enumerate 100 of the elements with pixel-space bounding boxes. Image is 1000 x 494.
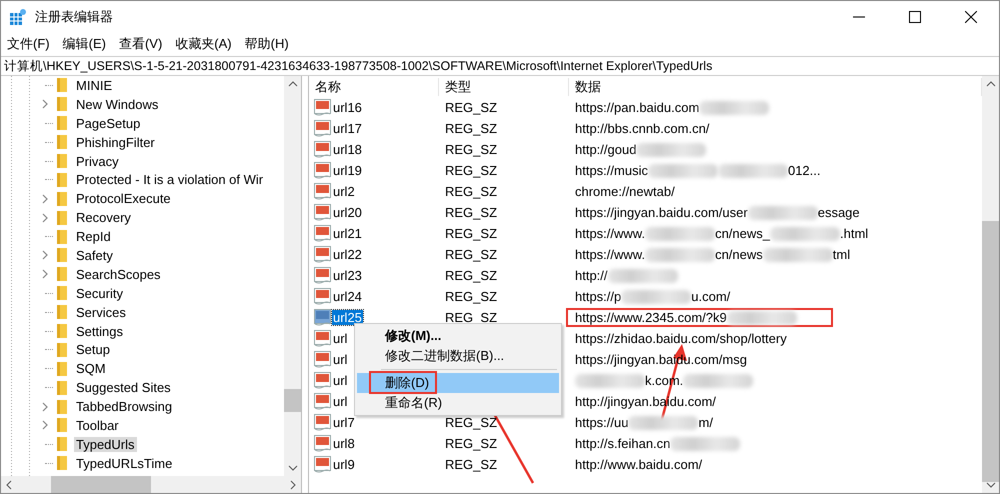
value-name[interactable]: url20 bbox=[332, 205, 363, 220]
blurred-region bbox=[718, 164, 788, 178]
tree-item[interactable]: PhishingFilter bbox=[74, 134, 157, 150]
chevron-right-icon[interactable] bbox=[42, 402, 48, 412]
string-value-icon bbox=[314, 204, 331, 221]
tree-item[interactable]: TypedURLsTime bbox=[74, 456, 174, 471]
value-name[interactable]: url19 bbox=[332, 163, 363, 178]
address-field[interactable]: 计算机\HKEY_USERS\S-1-5-21-2031800791-4231634633-198773508-1002\SOFTWARE\Microsoft\Internet Explorer\TypedUrls bbox=[1, 56, 999, 76]
value-name[interactable]: url7 bbox=[332, 415, 356, 430]
tree-item[interactable]: Privacy bbox=[74, 154, 121, 168]
value-name[interactable]: url16 bbox=[332, 100, 363, 115]
value-name[interactable]: url9 bbox=[332, 457, 356, 472]
scrollbar-thumb[interactable] bbox=[51, 476, 151, 493]
table-cell: https://jingyan.baidu.com/user bbox=[575, 205, 748, 220]
value-name[interactable]: url17 bbox=[332, 121, 363, 136]
blurred-region bbox=[683, 374, 754, 388]
table-cell: https://pan.baidu.com bbox=[575, 100, 700, 115]
tree-item[interactable]: MINIE bbox=[74, 78, 114, 93]
scrollbar-thumb[interactable] bbox=[284, 389, 301, 412]
menu-item[interactable]: 重命名(R) bbox=[357, 393, 559, 413]
menu-item[interactable]: 修改二进制数据(B)... bbox=[357, 346, 559, 366]
tree-item[interactable]: Toolbar bbox=[74, 418, 121, 433]
chevron-right-icon[interactable] bbox=[42, 212, 48, 223]
tree-item[interactable]: Recovery bbox=[74, 210, 133, 226]
menu-item[interactable]: 文件(F) bbox=[7, 35, 50, 53]
close-icon[interactable] bbox=[965, 10, 977, 22]
tree-item[interactable]: Setup bbox=[74, 342, 112, 358]
menu-item[interactable]: 编辑(E) bbox=[62, 35, 106, 53]
table-cell: REG_SZ bbox=[445, 121, 498, 136]
tree-item[interactable]: Settings bbox=[74, 324, 125, 339]
tree-item[interactable]: Protected - It is a violation of Wir bbox=[74, 172, 266, 188]
string-value-icon bbox=[314, 246, 331, 263]
value-name[interactable]: url24 bbox=[332, 289, 363, 304]
tree-item[interactable]: PageSetup bbox=[74, 116, 142, 131]
tree-item[interactable]: Safety bbox=[74, 248, 115, 263]
folder-icon bbox=[56, 134, 68, 150]
chevron-right-icon[interactable] bbox=[42, 420, 48, 430]
tree-item[interactable]: Suggested Sites bbox=[74, 380, 173, 396]
value-name[interactable]: url bbox=[332, 373, 348, 388]
value-name[interactable]: url bbox=[332, 352, 348, 367]
value-name[interactable]: url25 bbox=[332, 310, 363, 325]
column-header[interactable]: 类型 bbox=[439, 78, 569, 96]
tree-item[interactable]: RepId bbox=[74, 229, 113, 244]
table-cell: REG_SZ bbox=[445, 457, 498, 472]
scrollbar[interactable] bbox=[284, 76, 301, 476]
chevron-right-icon[interactable] bbox=[42, 99, 48, 110]
string-value-icon bbox=[314, 309, 331, 326]
folder-icon bbox=[56, 380, 68, 396]
registry-icon bbox=[9, 8, 27, 26]
table-cell: https://www. bbox=[575, 247, 646, 262]
tree-item[interactable]: SearchScopes bbox=[74, 266, 163, 282]
tree-item[interactable]: ProtocolExecute bbox=[74, 191, 173, 206]
menu-item[interactable]: 修改(M)... bbox=[357, 326, 559, 346]
chevron-right-icon[interactable] bbox=[42, 194, 48, 204]
table-cell: REG_SZ bbox=[445, 163, 498, 178]
folder-icon bbox=[56, 96, 68, 112]
folder-icon bbox=[56, 455, 68, 472]
string-value-icon bbox=[314, 330, 331, 347]
table-cell: REG_SZ bbox=[445, 142, 498, 157]
menu-item[interactable]: 收藏夹(A) bbox=[175, 35, 232, 53]
blurred-region bbox=[608, 268, 678, 282]
menu-item[interactable]: 删除(D) bbox=[357, 373, 559, 393]
string-value-icon bbox=[314, 288, 331, 305]
string-value-icon bbox=[314, 162, 331, 179]
table-cell: http:// bbox=[575, 268, 608, 283]
blurred-region bbox=[770, 226, 840, 240]
folder-icon bbox=[56, 172, 68, 188]
blurred-region bbox=[670, 436, 740, 450]
value-name[interactable]: url18 bbox=[332, 142, 363, 157]
chevron-right-icon[interactable] bbox=[42, 250, 48, 260]
chevron-right-icon[interactable] bbox=[42, 269, 48, 280]
value-name[interactable]: url22 bbox=[332, 247, 363, 262]
value-name[interactable]: url bbox=[332, 331, 348, 346]
value-name[interactable]: url8 bbox=[332, 436, 356, 451]
value-name[interactable]: url bbox=[332, 394, 348, 409]
tree-item[interactable]: TypedUrls bbox=[74, 436, 137, 452]
blurred-region bbox=[645, 248, 716, 262]
table-cell: .html bbox=[840, 226, 868, 241]
value-name[interactable]: url21 bbox=[332, 226, 363, 241]
scrollbar-thumb[interactable] bbox=[982, 221, 999, 482]
tree-item[interactable]: Services bbox=[74, 304, 128, 320]
blurred-region bbox=[575, 374, 645, 388]
menu-item[interactable]: 帮助(H) bbox=[244, 35, 289, 53]
tree-item[interactable]: Security bbox=[74, 286, 125, 301]
table-cell: http://s.feihan.cn bbox=[575, 436, 670, 451]
column-header[interactable]: 名称 bbox=[309, 78, 439, 96]
table-cell: REG_SZ bbox=[445, 415, 498, 430]
value-name[interactable]: url23 bbox=[332, 268, 363, 283]
folder-icon bbox=[56, 285, 68, 302]
value-name[interactable]: url2 bbox=[332, 184, 356, 199]
scrollbar[interactable] bbox=[1, 476, 301, 493]
tree-item[interactable]: TabbedBrowsing bbox=[74, 399, 174, 414]
menu-item[interactable]: 查看(V) bbox=[118, 35, 162, 53]
tree-item[interactable]: SQM bbox=[74, 361, 108, 376]
table-cell: cn/news bbox=[715, 247, 763, 262]
tree-item[interactable]: New Windows bbox=[74, 96, 160, 112]
table-cell: essage bbox=[818, 205, 860, 220]
scrollbar[interactable] bbox=[982, 76, 999, 493]
maximize-icon[interactable] bbox=[909, 10, 921, 22]
string-value-icon bbox=[314, 456, 331, 473]
